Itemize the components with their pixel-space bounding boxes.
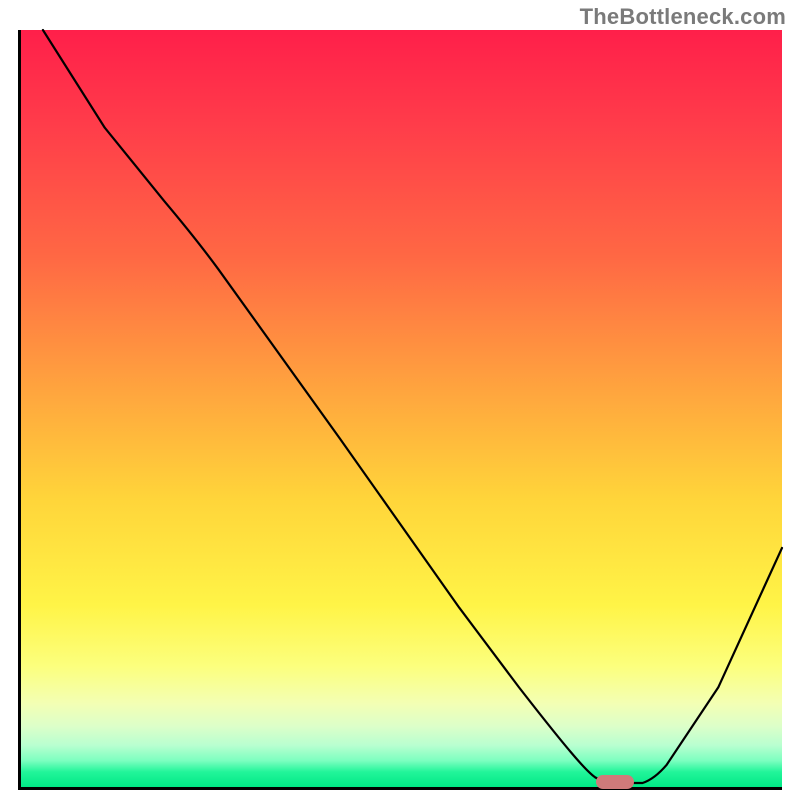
bottleneck-curve	[21, 30, 782, 787]
plot-area	[18, 30, 782, 790]
optimal-marker	[596, 775, 634, 789]
watermark-text: TheBottleneck.com	[580, 4, 786, 30]
chart-container: TheBottleneck.com	[0, 0, 800, 800]
curve-path	[43, 30, 782, 783]
